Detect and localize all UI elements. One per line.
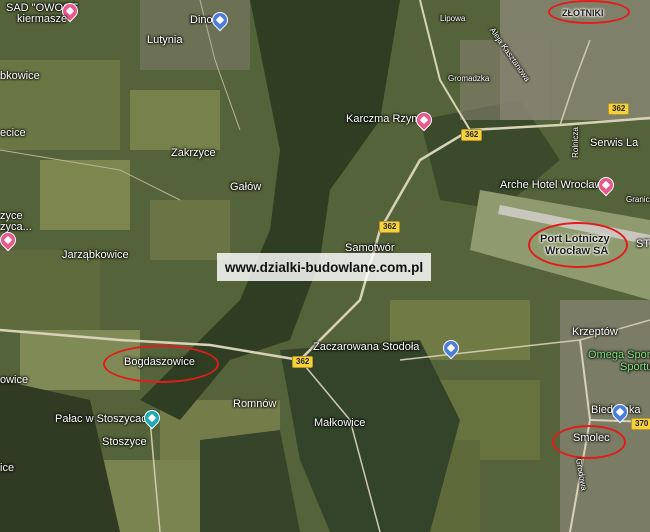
label-palac: Pałac w Stoszycach — [55, 413, 153, 425]
label-omega-sport-2: Sportu — [620, 361, 650, 373]
highlight-ellipse-zlotniki — [548, 0, 630, 24]
label-romnow: Romnów — [233, 398, 277, 410]
label-road-mostowa: Lipowa — [440, 14, 466, 23]
label-karczma-rzym: Karczma Rzym — [346, 113, 421, 125]
label-kiermasze: kiermasze — [17, 13, 68, 25]
road-shield-370: 370 — [631, 418, 650, 430]
highlight-ellipse-bogdaszowice — [103, 345, 219, 383]
label-omega-sport: Omega Sport C — [588, 349, 650, 361]
label-owice: owice — [0, 374, 29, 386]
label-zakrzyce: Zakrzyce — [171, 147, 216, 159]
label-zaczarowana-stodola: Zaczarowana Stodoła — [313, 341, 420, 353]
label-st: ST — [636, 238, 650, 250]
label-malkowice: Małkowice — [314, 417, 366, 429]
label-bkowice: bkowice — [0, 70, 40, 82]
label-granicz: Granicz — [626, 195, 650, 204]
road-shield-362: 362 — [292, 356, 314, 368]
road-shield-362: 362 — [461, 129, 483, 141]
label-rolnicza: Rolnicza — [570, 127, 580, 158]
label-dino: Dino — [190, 14, 213, 26]
label-ice: ice — [0, 462, 15, 474]
label-serwis: Serwis La — [590, 137, 639, 149]
label-galow: Gałów — [230, 181, 262, 193]
label-jarzabkowice: Jarząbkowice — [62, 249, 129, 261]
label-ecice: ecice — [0, 127, 26, 139]
highlight-ellipse-airport — [528, 222, 628, 268]
label-lutynia: Lutynia — [147, 34, 183, 46]
label-arche-hotel: Arche Hotel Wrocław — [500, 179, 603, 191]
label-stoszyce: Stoszyce — [102, 436, 147, 448]
road-shield-362: 362 — [379, 221, 401, 233]
highlight-ellipse-smolec — [552, 425, 626, 459]
label-gromadzka: Gromadzka — [448, 74, 490, 83]
label-krzeptow: Krzeptów — [572, 326, 618, 338]
satellite-map[interactable]: SAD "OWOCE kiermasze Dino Lutynia Lipowa… — [0, 0, 650, 532]
road-shield-362: 362 — [608, 103, 630, 115]
watermark-banner: www.dzialki-budowlane.com.pl — [217, 253, 431, 281]
